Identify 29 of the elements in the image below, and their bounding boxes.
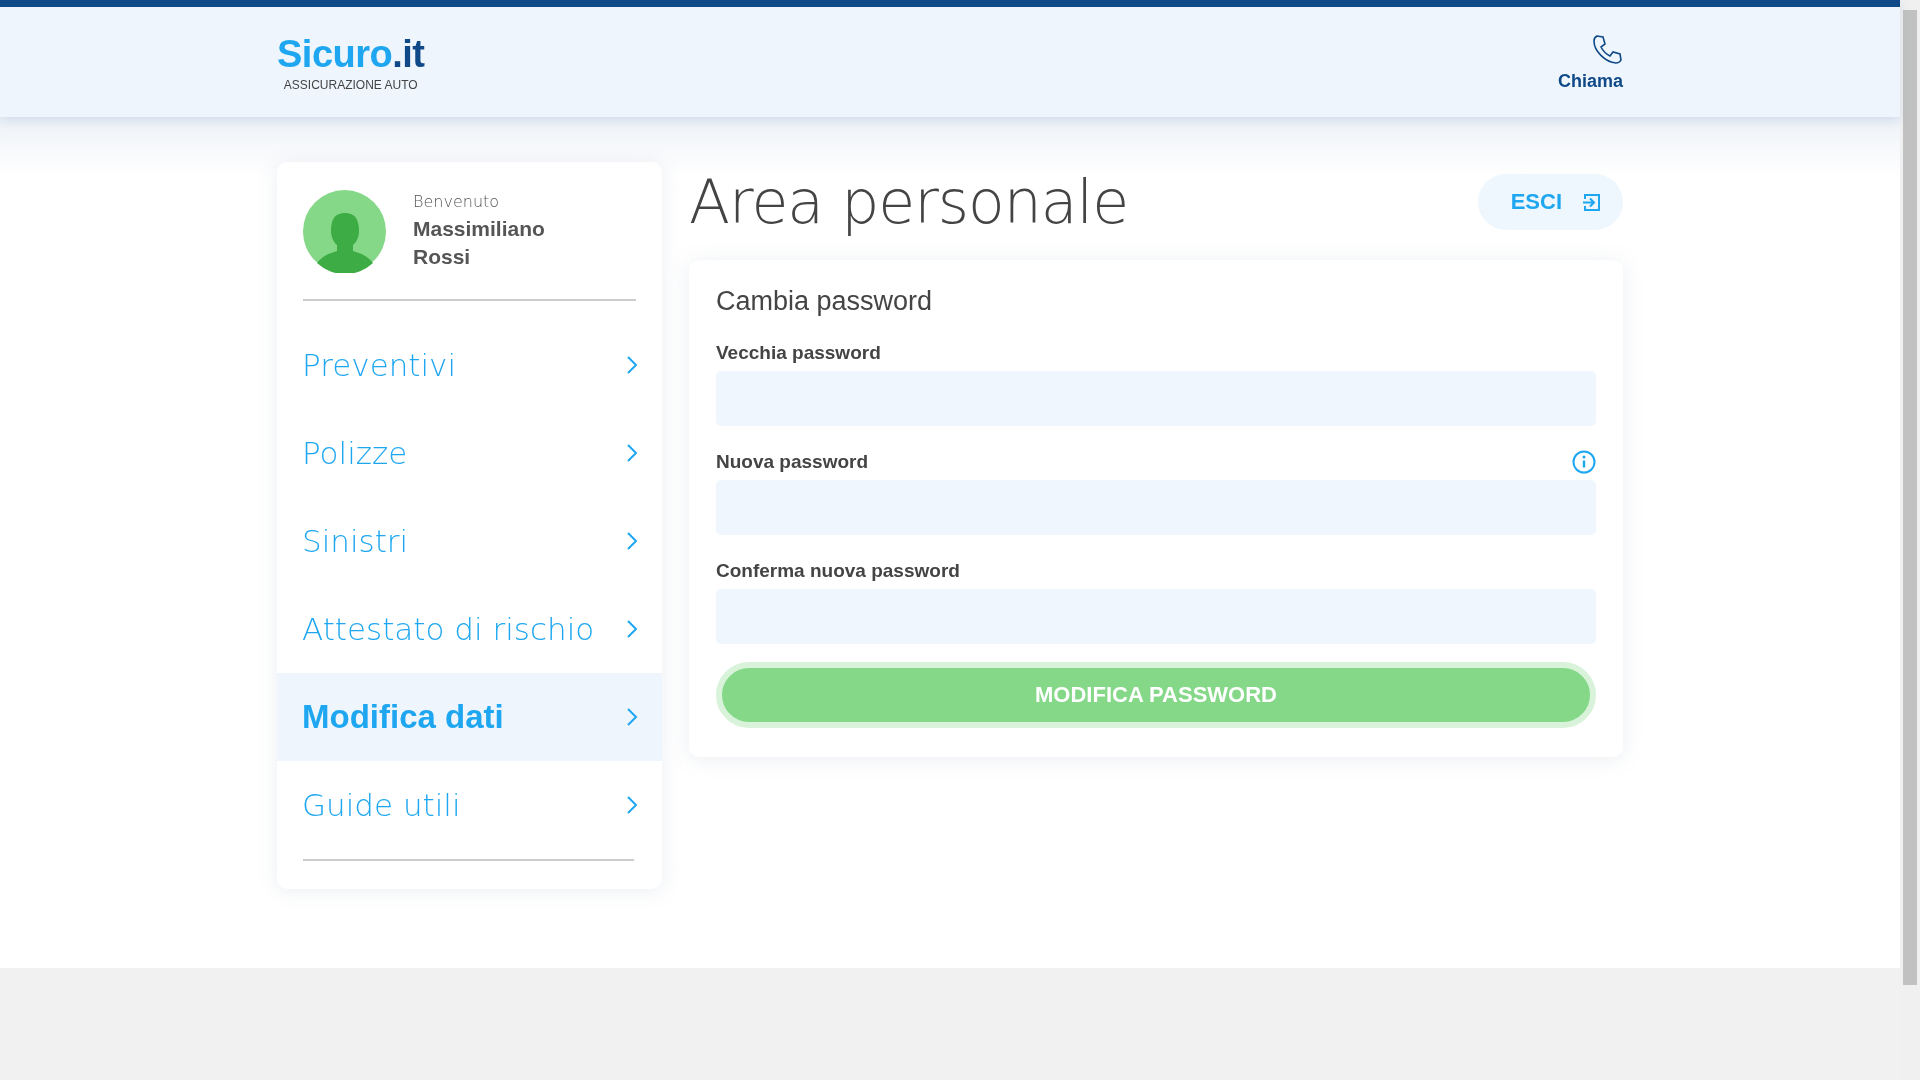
logout-button[interactable]: ESCI [1477, 174, 1623, 230]
chevron-icon [626, 795, 638, 815]
chevron-icon [626, 355, 638, 375]
chevron-icon [626, 443, 638, 463]
menu-item[interactable]: Attestato di rischio [277, 585, 662, 673]
greeting-text: Benvenuto [413, 192, 501, 211]
scrollbar[interactable] [1900, 0, 1920, 1080]
menu-item[interactable]: Polizze [277, 409, 662, 497]
avatar-icon [303, 190, 386, 273]
field-label: Nuova password [716, 451, 869, 473]
user-name: Massimiliano Rossi [413, 216, 546, 270]
menu-item[interactable]: Guide utili [277, 761, 662, 849]
call-button[interactable]: Chiama [1557, 32, 1623, 92]
menu-item[interactable]: Sinistri [277, 497, 662, 585]
phone-icon [1591, 32, 1623, 65]
logo[interactable]: Sicuro.it [277, 32, 425, 76]
menu-item[interactable]: Preventivi [277, 321, 662, 409]
field-label: Conferma nuova password [716, 560, 960, 582]
exit-icon [1582, 192, 1601, 212]
chevron-icon [626, 707, 638, 727]
menu-item[interactable]: Modifica dati [277, 673, 662, 761]
info-icon[interactable] [1572, 450, 1596, 474]
card-title: Cambia password [716, 286, 934, 317]
submit-button[interactable]: MODIFICA PASSWORD [716, 662, 1596, 728]
field-label: Vecchia password [716, 342, 881, 364]
chevron-icon [626, 531, 638, 551]
tagline: ASSICURAZIONE AUTO [283, 77, 418, 92]
chevron-icon [626, 619, 638, 639]
page-title: Area personale [689, 167, 1129, 237]
